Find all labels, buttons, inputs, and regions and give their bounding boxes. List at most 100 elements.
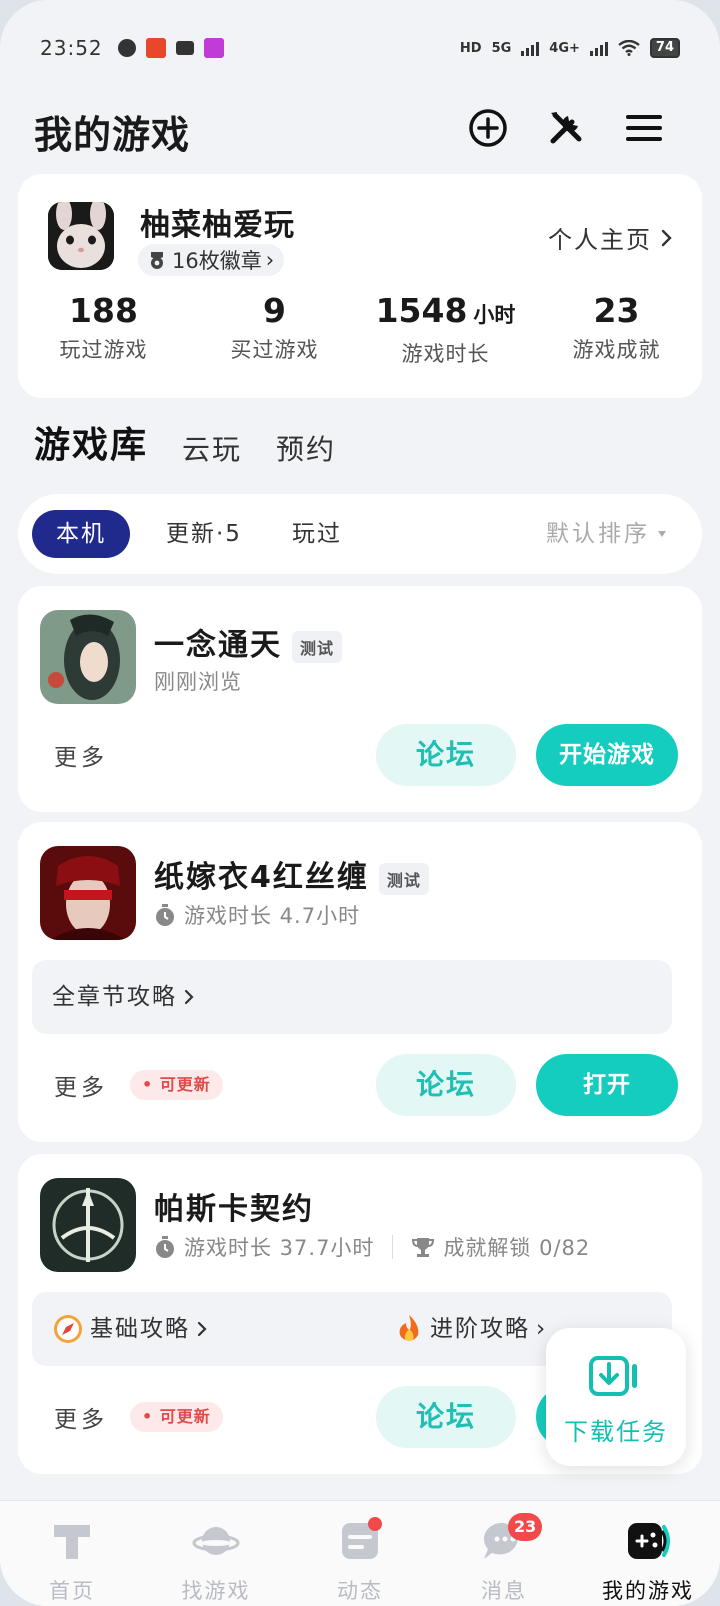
filter-local[interactable]: 本机 [32,510,130,558]
stat-label: 游戏时长 [401,342,490,366]
stat-played-games[interactable]: 188 玩过游戏 [18,290,189,368]
nav-home[interactable]: 首页 [0,1501,144,1606]
app-notification-icon [146,38,166,58]
update-available-badge: • 可更新 [130,1070,223,1100]
tab-cloud-play[interactable]: 云玩 [182,428,242,468]
start-game-button[interactable]: 开始游戏 [536,724,678,786]
chevron-right-icon [197,1321,207,1337]
game-card: 一念通天 测试 刚刚浏览 更多 论坛 开始游戏 [18,586,702,812]
stopwatch-icon [156,904,174,926]
network-5g-label: 5G [491,40,512,56]
download-task-label: 下载任务 [564,1418,668,1446]
game-name: 一念通天 [154,628,282,663]
profile-home-link[interactable]: 个人主页 [548,220,674,255]
network-4g-label: 4G+ [549,40,580,56]
stat-unit: 小时 [473,303,516,327]
stat-value: 188 [69,291,138,330]
game-title: 一念通天 测试 [154,620,343,664]
tools-icon [550,112,582,144]
stat-bought-games[interactable]: 9 买过游戏 [189,290,360,368]
forum-button[interactable]: 论坛 [376,1054,516,1116]
stat-play-time[interactable]: 1548 小时 游戏时长 [360,290,531,368]
menu-button[interactable] [622,106,666,150]
status-bar: 23:52 HD 5G 4G+ 74 [0,30,720,70]
video-icon [176,41,194,55]
hd-label: HD [459,40,482,56]
gamepad-icon [628,1523,670,1559]
status-time: 23:52 [40,36,103,60]
guide-link-full-chapters[interactable]: 全章节攻略 [52,960,195,1034]
forum-button[interactable]: 论坛 [376,724,516,786]
guide-box: 全章节攻略 [32,960,672,1034]
chevron-right-icon: › [265,248,275,272]
nav-find-games[interactable]: 找游戏 [144,1501,288,1606]
nav-label: 我的游戏 [602,1579,694,1603]
nav-label: 动态 [337,1579,383,1603]
notification-dot [368,1517,382,1531]
add-button[interactable] [466,106,510,150]
tools-button[interactable] [544,106,588,150]
nav-my-games[interactable]: 我的游戏 [576,1501,720,1606]
playtime-text: 游戏时长 37.7小时 [184,1236,375,1260]
signal-icon [589,40,608,56]
game-cover-image [40,1178,136,1272]
user-name: 柚菜柚爱玩 [140,208,295,243]
playtime-text: 游戏时长 4.7小时 [184,904,361,928]
guide-label: 全章节攻略 [52,984,177,1010]
bottom-nav: 首页 找游戏 动态 23 消息 我的游戏 [0,1500,720,1606]
game-icon[interactable] [40,846,136,940]
stat-achievements[interactable]: 23 游戏成就 [531,290,702,368]
download-icon [589,1356,637,1396]
game-icon[interactable] [40,610,136,704]
game-icon[interactable] [40,1178,136,1272]
divider [392,1235,394,1259]
nav-label: 首页 [49,1579,95,1603]
trophy-icon [412,1238,435,1257]
forum-button[interactable]: 论坛 [376,1386,516,1448]
guide-link-advanced[interactable]: 进阶攻略 › [394,1292,547,1366]
badges-link[interactable]: 16枚徽章 › [138,244,285,276]
stat-value: 23 [593,291,640,330]
game-title: 纸嫁衣4红丝缠 测试 [154,852,429,896]
test-tag: 测试 [292,630,343,663]
tab-reservations[interactable]: 预约 [276,428,336,468]
last-viewed-text: 刚刚浏览 [154,670,242,694]
stat-label: 买过游戏 [230,338,319,362]
stat-value: 1548 [375,291,468,330]
achievement-text: 成就解锁 0/82 [443,1236,591,1260]
game-cover-image [40,610,136,704]
game-subtitle: 刚刚浏览 [154,666,242,696]
open-game-button[interactable]: 打开 [536,1054,678,1116]
game-cover-image [40,846,136,940]
chevron-right-icon [661,229,672,246]
nav-messages[interactable]: 23 消息 [432,1501,576,1606]
fire-icon [399,1315,419,1341]
filter-played[interactable]: 玩过 [292,510,342,558]
guide-link-basic[interactable]: 基础攻略 [52,1292,208,1366]
signal-icon [521,40,540,56]
update-label: 可更新 [159,1407,211,1426]
stat-value: 9 [263,291,286,330]
caret-down-icon [658,531,666,537]
download-task-button[interactable]: 下载任务 [546,1328,686,1466]
nav-feed[interactable]: 动态 [288,1501,432,1606]
battery-indicator: 74 [649,38,680,58]
game-name: 帕斯卡契约 [154,1192,314,1227]
filter-bar: 本机 更新·5 玩过 默认排序 [18,494,702,574]
game-card: 纸嫁衣4红丝缠 测试 游戏时长 4.7小时 全章节攻略 更多 • 可更新 论坛 打… [18,822,702,1142]
avatar[interactable] [48,202,114,270]
more-button[interactable]: 更多 [54,1068,108,1102]
plus-circle-icon [469,109,507,147]
more-button[interactable]: 更多 [54,738,108,772]
profile-card: 柚菜柚爱玩 16枚徽章 › 个人主页 188 玩过游戏 9 买过游戏 1548 小… [18,174,702,398]
profile-stats: 188 玩过游戏 9 买过游戏 1548 小时 游戏时长 23 游戏成就 [18,290,702,368]
tab-library[interactable]: 游戏库 [34,416,149,468]
sort-dropdown[interactable]: 默认排序 [546,510,668,558]
guide-label: 基础攻略 [90,1316,190,1342]
avatar-image [48,202,114,270]
more-button[interactable]: 更多 [54,1400,108,1434]
home-t-icon [54,1525,90,1559]
filter-updates[interactable]: 更新·5 [166,510,242,558]
compass-icon [54,1315,82,1343]
badge-count: 16枚徽章 [172,249,262,273]
